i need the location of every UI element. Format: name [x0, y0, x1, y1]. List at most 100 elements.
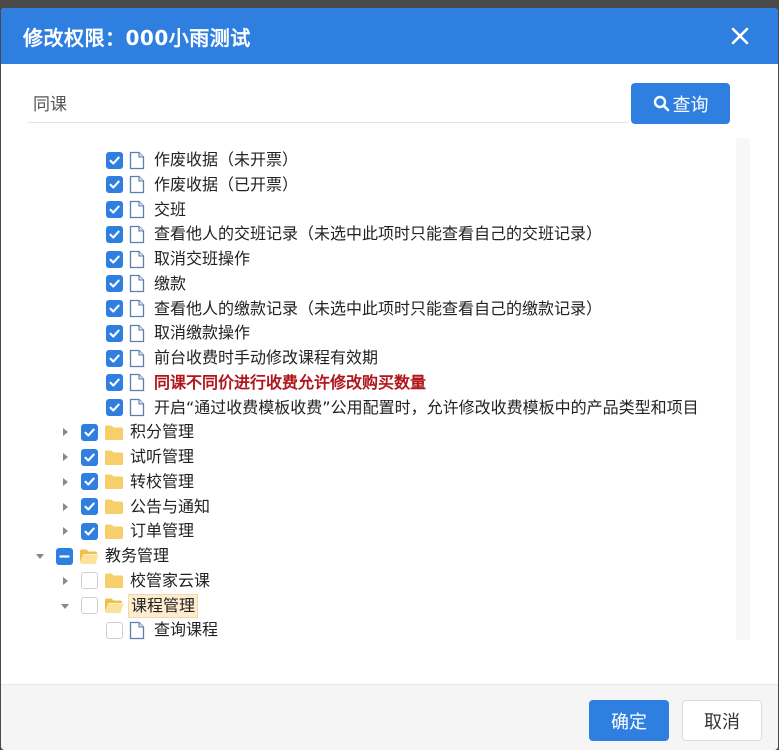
caret-right-icon[interactable]: [60, 452, 70, 462]
caret-down-icon[interactable]: [60, 601, 70, 611]
tree-node-label[interactable]: 试听管理: [128, 446, 196, 468]
search-button[interactable]: 查询: [631, 83, 730, 124]
tree-node-label[interactable]: 交班: [152, 199, 188, 221]
checkbox-checked[interactable]: [106, 176, 123, 194]
search-bar: 查询: [28, 83, 730, 125]
checkbox-unchecked[interactable]: [106, 621, 123, 639]
tree-node[interactable]: 缴款: [85, 272, 188, 296]
tree-node-label[interactable]: 前台收费时手动修改课程有效期: [152, 347, 380, 369]
tree-node-label[interactable]: 查询课程: [152, 619, 220, 640]
tree-scrollbar[interactable]: [736, 138, 750, 640]
checkbox-checked[interactable]: [106, 275, 123, 293]
folder-icon: [105, 499, 123, 514]
file-icon: [129, 200, 145, 219]
tree-node-label[interactable]: 转校管理: [128, 471, 196, 493]
checkbox-checked[interactable]: [106, 374, 123, 392]
tree-node[interactable]: 试听管理: [60, 445, 196, 469]
folder-icon: [105, 425, 123, 440]
tree-node[interactable]: 取消交班操作: [85, 247, 252, 271]
tree-node-label[interactable]: 查看他人的缴款记录（未选中此项时只能查看自己的缴款记录）: [152, 298, 604, 320]
search-button-label: 查询: [672, 94, 709, 116]
tree-node[interactable]: 作废收据（已开票）: [85, 173, 300, 197]
tree-node-label[interactable]: 教务管理: [103, 545, 171, 567]
tree-node-label[interactable]: 缴款: [152, 273, 188, 295]
tree-node[interactable]: 交班: [85, 198, 188, 222]
caret-down-icon[interactable]: [35, 551, 45, 561]
file-icon: [129, 250, 145, 268]
checkbox-partial[interactable]: [56, 547, 73, 565]
folder-icon: [105, 474, 123, 490]
file-icon: [129, 299, 145, 318]
tree-node[interactable]: 公告与通知: [60, 495, 212, 519]
permission-tree: 作废收据（未开票） 作废收据（已开票） 交班 查看他人的交班记录（未选中此项时只能查看…: [1, 138, 736, 640]
tree-node-label[interactable]: 课程管理: [128, 593, 199, 618]
file-icon: [129, 151, 145, 169]
tree-node[interactable]: 取消缴款操作: [85, 321, 252, 345]
tree-node-label[interactable]: 作废收据（未开票）: [152, 149, 300, 171]
file-icon: [129, 275, 145, 293]
file-icon: [129, 374, 145, 392]
folder-icon: [105, 450, 123, 465]
checkbox-checked[interactable]: [106, 225, 123, 243]
caret-right-icon[interactable]: [60, 477, 70, 487]
checkbox-checked[interactable]: [106, 151, 123, 169]
checkbox-unchecked[interactable]: [81, 572, 98, 590]
file-icon: [129, 349, 145, 367]
checkbox-checked[interactable]: [106, 300, 123, 317]
checkbox-checked[interactable]: [106, 399, 123, 416]
dialog-title: 修改权限：000小雨测试: [23, 25, 251, 50]
tree-node[interactable]: 课程管理: [60, 593, 199, 618]
checkbox-checked[interactable]: [106, 250, 123, 268]
file-icon: [129, 398, 145, 417]
dialog-titlebar: 修改权限：000小雨测试: [1, 8, 778, 64]
tree-node[interactable]: 作废收据（未开票）: [85, 148, 300, 172]
checkbox-checked[interactable]: [81, 448, 98, 466]
checkbox-checked[interactable]: [81, 498, 98, 515]
file-icon: [129, 324, 145, 342]
tree-node-label[interactable]: 公告与通知: [128, 496, 212, 518]
tree-node-label[interactable]: 取消缴款操作: [152, 322, 252, 344]
caret-right-icon[interactable]: [60, 427, 70, 437]
caret-right-icon[interactable]: [60, 576, 70, 586]
tree-node[interactable]: 查看他人的缴款记录（未选中此项时只能查看自己的缴款记录）: [85, 297, 604, 321]
checkbox-unchecked[interactable]: [81, 597, 98, 614]
checkbox-checked[interactable]: [106, 349, 123, 367]
tree-node[interactable]: 转校管理: [60, 470, 196, 494]
tree-node[interactable]: 订单管理: [60, 519, 196, 543]
checkbox-checked[interactable]: [81, 522, 98, 540]
checkbox-checked[interactable]: [106, 324, 123, 342]
checkbox-checked[interactable]: [81, 423, 98, 441]
ok-button[interactable]: 确定: [589, 700, 669, 741]
tree-node[interactable]: 开启“通过收费模板收费”公用配置时，允许修改收费模板中的产品类型和项目: [85, 396, 701, 420]
caret-right-icon[interactable]: [60, 526, 70, 536]
tree-node[interactable]: 前台收费时手动修改课程有效期: [85, 346, 380, 370]
tree-node[interactable]: 查看他人的交班记录（未选中此项时只能查看自己的交班记录）: [85, 222, 604, 246]
search-icon: [653, 95, 669, 112]
cancel-button[interactable]: 取消: [682, 700, 762, 741]
tree-node[interactable]: 查询课程: [85, 618, 220, 640]
folder-open-icon: [80, 549, 99, 564]
tree-node-label[interactable]: 作废收据（已开票）: [152, 174, 300, 196]
close-icon[interactable]: [728, 24, 752, 48]
permission-dialog: 修改权限：000小雨测试 查询 作废收据（未开票） 作废收据（已开票） 交班查看他人…: [1, 8, 778, 750]
checkbox-checked[interactable]: [81, 473, 98, 491]
folder-icon: [105, 573, 123, 589]
folder-open-icon: [105, 598, 124, 613]
tree-node-label[interactable]: 取消交班操作: [152, 248, 252, 270]
caret-right-icon[interactable]: [60, 502, 70, 512]
folder-icon: [105, 524, 123, 539]
checkbox-checked[interactable]: [106, 201, 123, 218]
tree-node-label[interactable]: 开启“通过收费模板收费”公用配置时，允许修改收费模板中的产品类型和项目: [152, 397, 701, 419]
dialog-footer: 确定 取消: [1, 684, 778, 750]
tree-node[interactable]: 教务管理: [35, 544, 171, 568]
tree-node-label[interactable]: 查看他人的交班记录（未选中此项时只能查看自己的交班记录）: [152, 223, 604, 245]
tree-node-label[interactable]: 积分管理: [128, 421, 196, 443]
search-input[interactable]: [28, 83, 628, 123]
tree-node[interactable]: 校管家云课: [60, 569, 212, 593]
tree-node-label[interactable]: 同课不同价进行收费允许修改购买数量: [152, 372, 428, 394]
tree-node[interactable]: 积分管理: [60, 420, 196, 444]
tree-node-label[interactable]: 校管家云课: [128, 570, 212, 592]
tree-node-label[interactable]: 订单管理: [128, 520, 196, 542]
tree-node[interactable]: 同课不同价进行收费允许修改购买数量: [85, 371, 428, 395]
file-icon: [129, 176, 145, 194]
